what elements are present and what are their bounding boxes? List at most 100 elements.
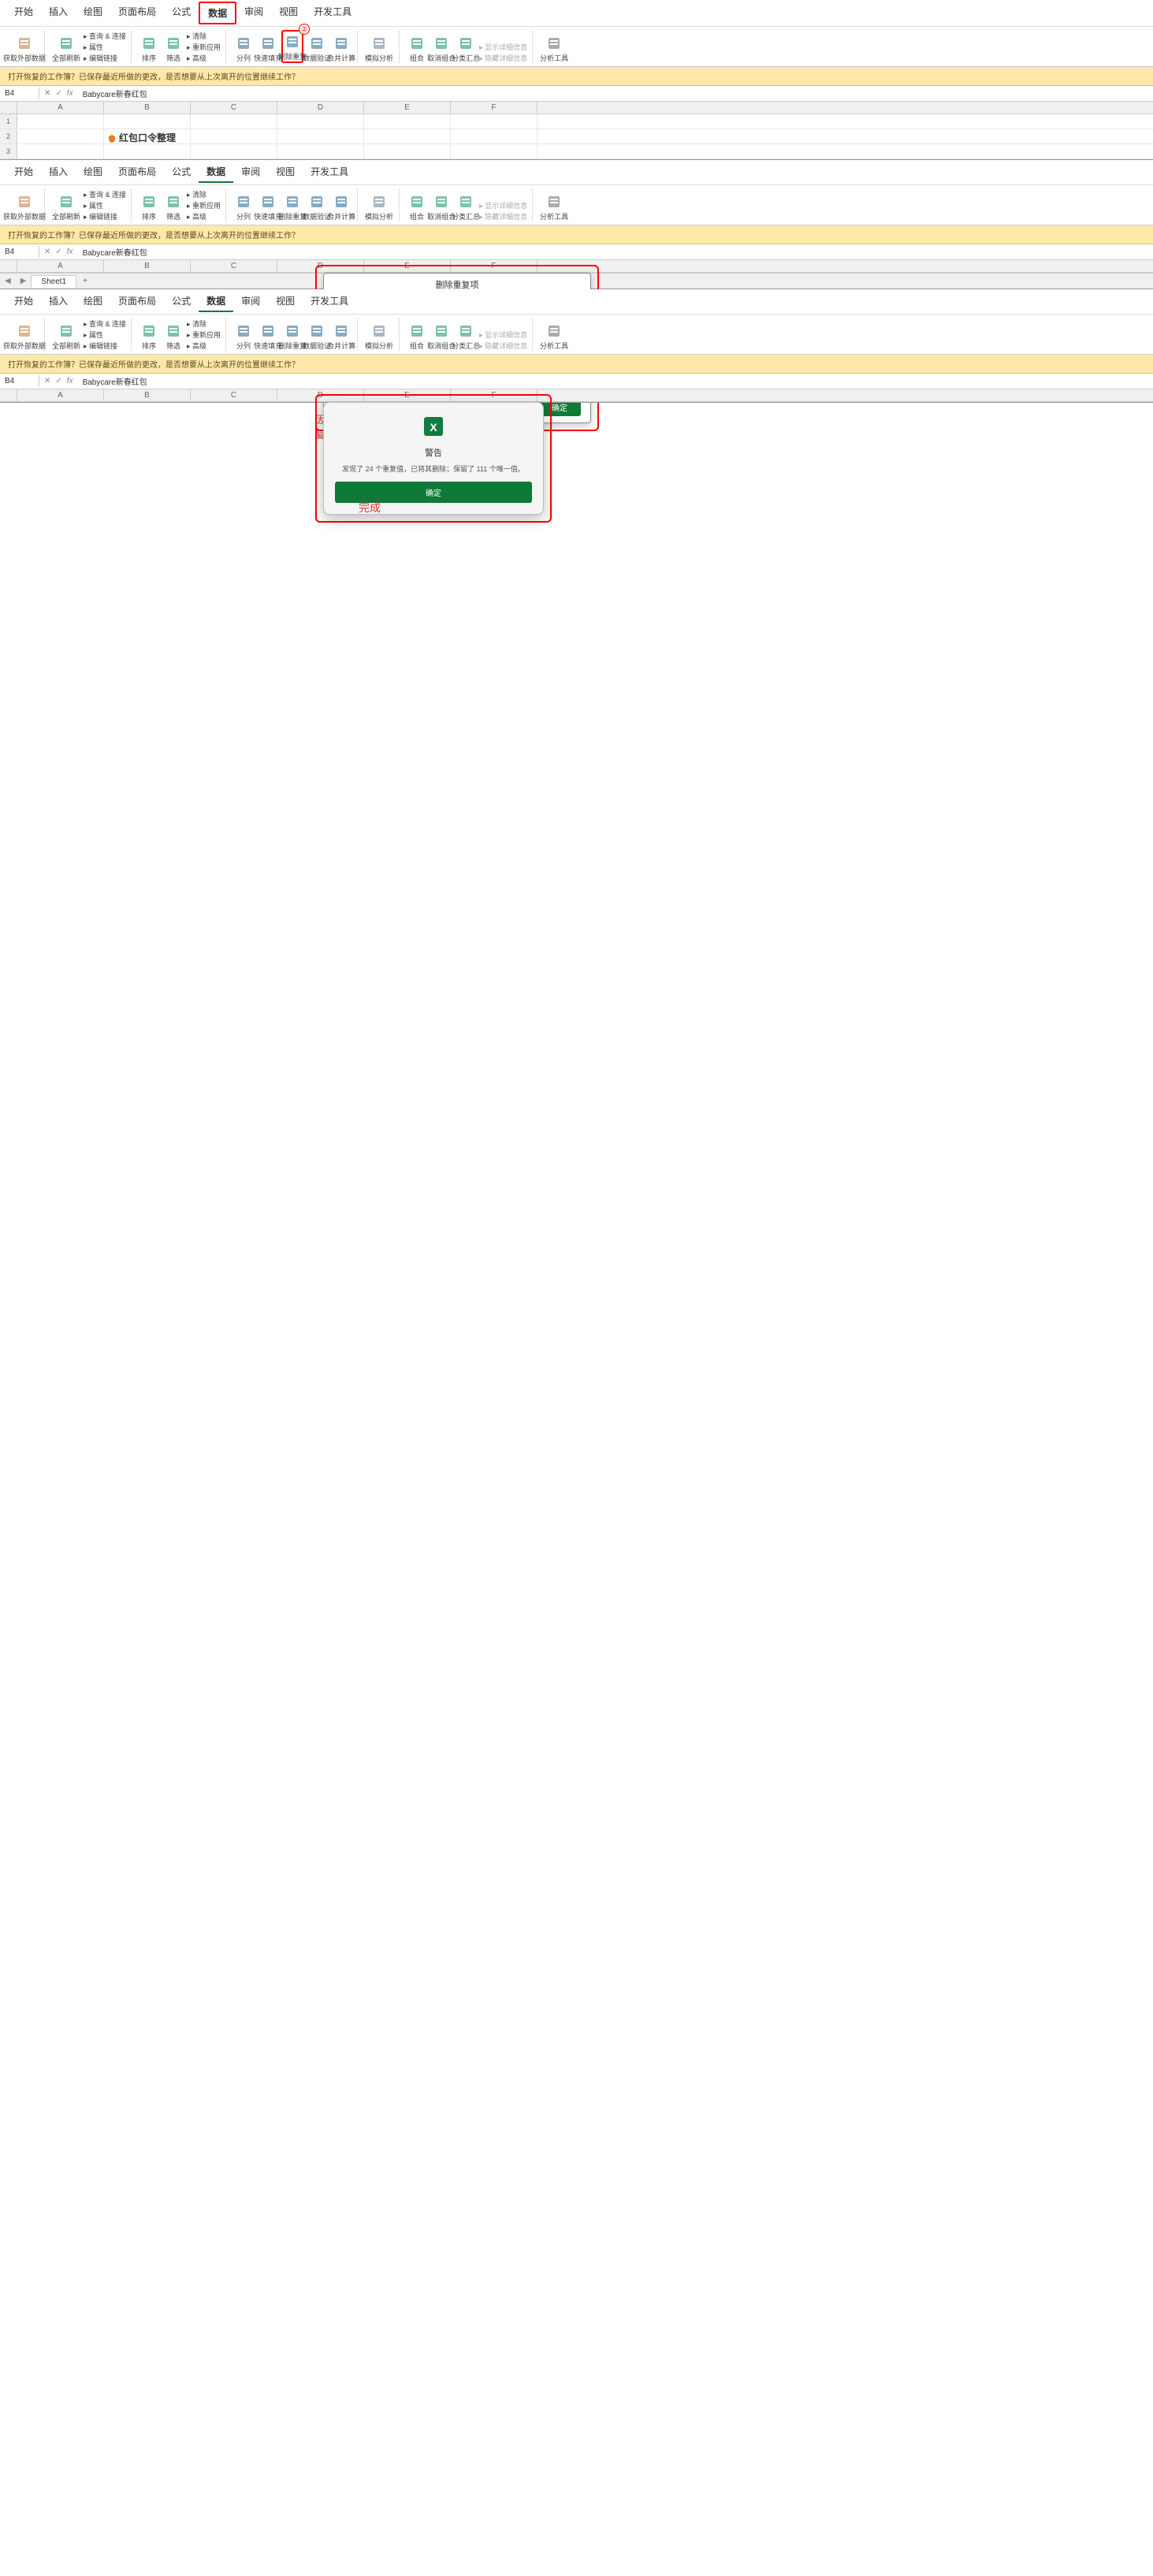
ribbon-快速填充[interactable]: 快速填充 <box>257 188 279 221</box>
ribbon-opt-编辑链接[interactable]: ▸ 编辑链接 <box>84 341 126 351</box>
ribbon-分列[interactable]: 分列 <box>232 30 255 63</box>
menu-公式[interactable]: 公式 <box>164 162 199 183</box>
cell-F1[interactable] <box>451 114 537 128</box>
ribbon-筛选[interactable]: 筛选 <box>162 188 184 221</box>
ribbon-删除重复[interactable]: 删除重复 <box>281 318 303 351</box>
row-header[interactable]: 3 <box>0 144 17 158</box>
confirm-icon[interactable]: ✓ <box>55 89 61 98</box>
col-header-B[interactable]: B <box>104 102 191 114</box>
formula-value[interactable]: Babycare新春红包 <box>78 374 152 389</box>
ribbon-取消组合[interactable]: 取消组合 <box>430 188 452 221</box>
ribbon-获取外部数据[interactable]: 获取外部数据 <box>9 30 39 63</box>
ribbon-opt-查询 & 连接[interactable]: ▸ 查询 & 连接 <box>84 31 126 41</box>
ribbon-opt-高级[interactable]: ▸ 高级 <box>187 211 221 221</box>
menu-审阅[interactable]: 审阅 <box>233 291 268 312</box>
col-header-D[interactable]: D <box>277 102 364 114</box>
name-box[interactable]: B4 <box>0 87 39 99</box>
cell-F3[interactable] <box>451 144 537 158</box>
ribbon-opt-显示详细信息[interactable]: ▸ 显示详细信息 <box>479 42 527 52</box>
ribbon-分析工具[interactable]: 分析工具 <box>539 30 569 63</box>
row-header[interactable]: 2 <box>0 129 17 143</box>
cell-B3[interactable] <box>104 144 191 158</box>
ribbon-opt-重新应用[interactable]: ▸ 重新应用 <box>187 42 221 52</box>
ribbon-全部刷新[interactable]: 全部刷新 <box>51 188 81 221</box>
col-header-C[interactable]: C <box>191 389 277 401</box>
ribbon-分列[interactable]: 分列 <box>232 318 255 351</box>
ribbon-模拟分析[interactable]: 模拟分析 <box>364 188 394 221</box>
ribbon-opt-显示详细信息[interactable]: ▸ 显示详细信息 <box>479 329 527 340</box>
cell-A2[interactable] <box>17 129 104 143</box>
ribbon-opt-清除[interactable]: ▸ 清除 <box>187 189 221 199</box>
fx-icon[interactable]: fx <box>67 89 73 98</box>
cell-D2[interactable] <box>277 129 364 143</box>
ribbon-opt-清除[interactable]: ▸ 清除 <box>187 318 221 329</box>
ribbon-取消组合[interactable]: 取消组合 <box>430 318 452 351</box>
ribbon-获取外部数据[interactable]: 获取外部数据 <box>9 188 39 221</box>
cell-A1[interactable] <box>17 114 104 128</box>
col-header-E[interactable]: E <box>364 102 451 114</box>
ribbon-opt-高级[interactable]: ▸ 高级 <box>187 341 221 351</box>
menu-插入[interactable]: 插入 <box>41 162 76 183</box>
col-header-C[interactable]: C <box>191 260 277 272</box>
ribbon-数据验证[interactable]: 数据验证 <box>306 30 328 63</box>
ribbon-合并计算[interactable]: 合并计算 <box>330 30 352 63</box>
ribbon-分类汇总[interactable]: 分类汇总 <box>455 318 477 351</box>
ribbon-opt-重新应用[interactable]: ▸ 重新应用 <box>187 200 221 210</box>
cell-E3[interactable] <box>364 144 451 158</box>
menu-页面布局[interactable]: 页面布局 <box>110 2 164 24</box>
col-header-A[interactable]: A <box>17 389 104 401</box>
col-header-A[interactable]: A <box>17 102 104 114</box>
menu-审阅[interactable]: 审阅 <box>233 162 268 183</box>
ribbon-合并计算[interactable]: 合并计算 <box>330 318 352 351</box>
ribbon-全部刷新[interactable]: 全部刷新 <box>51 318 81 351</box>
menu-公式[interactable]: 公式 <box>164 291 199 312</box>
ribbon-删除重复[interactable]: 删除重复 <box>281 188 303 221</box>
sheet-tab[interactable]: Sheet1 <box>31 275 76 288</box>
ribbon-模拟分析[interactable]: 模拟分析 <box>364 318 394 351</box>
ribbon-排序[interactable]: 排序 <box>138 30 160 63</box>
ribbon-opt-编辑链接[interactable]: ▸ 编辑链接 <box>84 211 126 221</box>
menu-视图[interactable]: 视图 <box>268 291 303 312</box>
cell-C3[interactable] <box>191 144 277 158</box>
menu-开始[interactable]: 开始 <box>6 162 41 183</box>
ribbon-分析工具[interactable]: 分析工具 <box>539 188 569 221</box>
ribbon-opt-重新应用[interactable]: ▸ 重新应用 <box>187 329 221 340</box>
menu-绘图[interactable]: 绘图 <box>76 2 110 24</box>
cell-E1[interactable] <box>364 114 451 128</box>
menu-开发工具[interactable]: 开发工具 <box>306 2 359 24</box>
ribbon-合并计算[interactable]: 合并计算 <box>330 188 352 221</box>
confirm-icon[interactable]: ✓ <box>55 377 61 385</box>
cell-E2[interactable] <box>364 129 451 143</box>
ribbon-opt-清除[interactable]: ▸ 清除 <box>187 31 221 41</box>
ribbon-opt-属性[interactable]: ▸ 属性 <box>84 200 126 210</box>
fx-icon[interactable]: fx <box>67 377 73 385</box>
menu-页面布局[interactable]: 页面布局 <box>110 162 164 183</box>
menu-审阅[interactable]: 审阅 <box>236 2 271 24</box>
name-box[interactable]: B4 <box>0 246 39 258</box>
cancel-icon[interactable]: ✕ <box>44 377 50 385</box>
cell-A3[interactable] <box>17 144 104 158</box>
ribbon-分类汇总[interactable]: 分类汇总 <box>455 188 477 221</box>
col-header-F[interactable]: F <box>451 102 537 114</box>
menu-绘图[interactable]: 绘图 <box>76 291 110 312</box>
ribbon-组合[interactable]: 组合 <box>406 318 428 351</box>
menu-插入[interactable]: 插入 <box>41 2 76 24</box>
formula-value[interactable]: Babycare新春红包 <box>78 244 152 259</box>
name-box[interactable]: B4 <box>0 375 39 387</box>
ribbon-模拟分析[interactable]: 模拟分析 <box>364 30 394 63</box>
ribbon-opt-查询 & 连接[interactable]: ▸ 查询 & 连接 <box>84 189 126 199</box>
ribbon-取消组合[interactable]: 取消组合 <box>430 30 452 63</box>
cell-C2[interactable] <box>191 129 277 143</box>
menu-页面布局[interactable]: 页面布局 <box>110 291 164 312</box>
ribbon-opt-查询 & 连接[interactable]: ▸ 查询 & 连接 <box>84 318 126 329</box>
cell-F2[interactable] <box>451 129 537 143</box>
confirm-icon[interactable]: ✓ <box>55 248 61 256</box>
ribbon-opt-编辑链接[interactable]: ▸ 编辑链接 <box>84 53 126 63</box>
formula-value[interactable]: Babycare新春红包 <box>78 86 152 101</box>
menu-数据[interactable]: 数据 <box>199 2 236 24</box>
ribbon-删除重复[interactable]: 删除重复② <box>281 30 303 63</box>
menu-开发工具[interactable]: 开发工具 <box>303 291 356 312</box>
cancel-icon[interactable]: ✕ <box>44 89 50 98</box>
ribbon-opt-显示详细信息[interactable]: ▸ 显示详细信息 <box>479 200 527 210</box>
menu-开发工具[interactable]: 开发工具 <box>303 162 356 183</box>
